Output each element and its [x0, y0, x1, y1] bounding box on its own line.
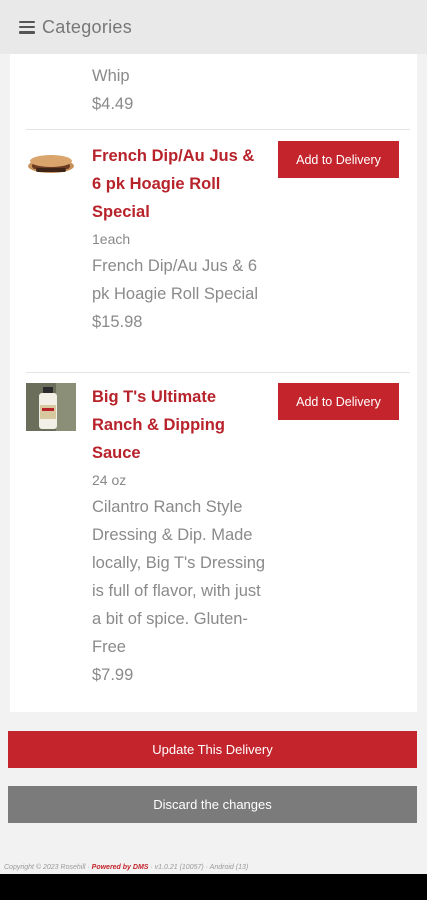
version-text: · v1.0.21 (10057) · Android (13)	[148, 864, 249, 871]
top-bar: Categories	[0, 0, 427, 54]
item-description: Whip	[92, 67, 130, 85]
product-card: Whip $4.49 French Dip/Au Jus & 6 pk Hoag…	[10, 0, 417, 712]
product-list: Whip $4.49 French Dip/Au Jus & 6 pk Hoag…	[0, 0, 427, 862]
item-details: Whip $4.49	[92, 62, 267, 118]
item-name[interactable]: French Dip/Au Jus & 6 pk Hoagie Roll Spe…	[92, 142, 267, 226]
divider	[26, 372, 410, 373]
copyright-text: Copyright © 2023 Rosehill ·	[4, 864, 92, 871]
item-size: 1each	[92, 231, 131, 247]
bottle-image-icon	[26, 383, 76, 431]
discard-changes-button[interactable]: Discard the changes	[8, 786, 417, 823]
system-navigation-bar	[0, 874, 427, 900]
product-image[interactable]	[26, 148, 76, 196]
item-name[interactable]: Big T's Ultimate Ranch & Dipping Sauce	[92, 383, 267, 467]
page-title[interactable]: Categories	[42, 17, 132, 38]
item-size: 24 oz	[92, 472, 127, 488]
add-to-delivery-button[interactable]: Add to Delivery	[278, 383, 399, 420]
item-price: $4.49	[92, 95, 134, 113]
item-description: French Dip/Au Jus & 6 pk Hoagie Roll Spe…	[92, 257, 259, 303]
hamburger-menu-icon[interactable]	[19, 20, 35, 34]
add-to-delivery-button[interactable]: Add to Delivery	[278, 141, 399, 178]
update-delivery-button[interactable]: Update This Delivery	[8, 731, 417, 768]
item-price: $15.98	[92, 313, 143, 331]
item-details: Big T's Ultimate Ranch & Dipping Sauce 2…	[92, 383, 267, 689]
item-price: $7.99	[92, 666, 134, 684]
footer: Copyright © 2023 Rosehill · Powered by D…	[0, 862, 427, 874]
product-image[interactable]	[26, 383, 76, 431]
powered-by-link[interactable]: Powered by DMS	[92, 864, 149, 871]
item-description: Cilantro Ranch Style Dressing & Dip. Mad…	[92, 498, 266, 656]
item-details: French Dip/Au Jus & 6 pk Hoagie Roll Spe…	[92, 142, 267, 336]
sandwich-image-icon	[28, 155, 74, 173]
divider	[26, 129, 410, 130]
